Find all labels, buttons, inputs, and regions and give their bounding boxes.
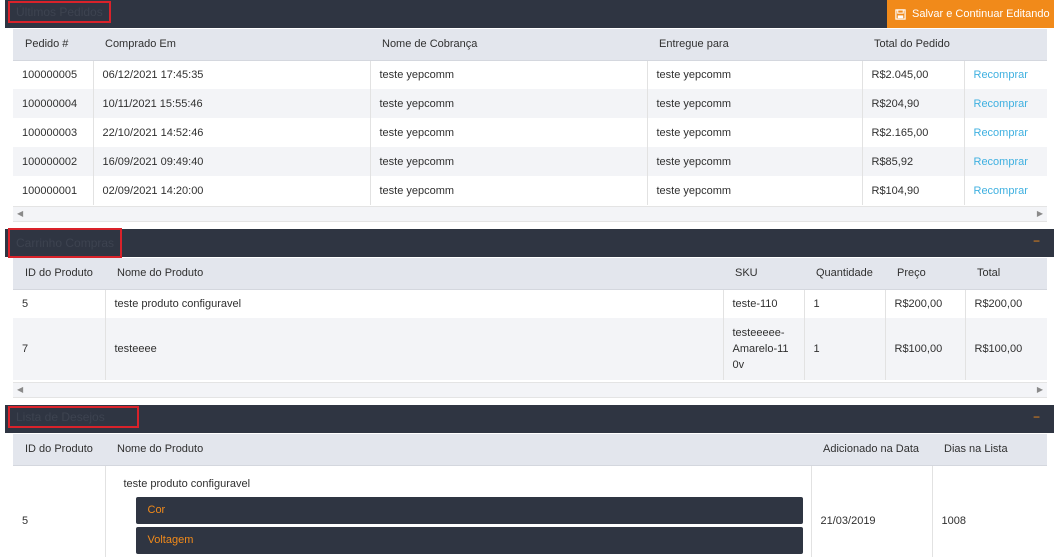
wishlist-header-row: ID do Produto Nome do Produto Adicionado… <box>13 434 1047 466</box>
wishlist-collapse-icon[interactable]: − <box>1033 410 1040 424</box>
wishlist-col-added-date[interactable]: Adicionado na Data <box>811 434 932 466</box>
table-row[interactable]: 100000002 16/09/2021 09:49:40 teste yepc… <box>13 147 1047 176</box>
wishlist-table: ID do Produto Nome do Produto Adicionado… <box>13 434 1047 557</box>
cart-col-quantity[interactable]: Quantidade <box>804 258 885 290</box>
save-continue-button[interactable]: Salvar e Continuar Editando <box>887 0 1054 28</box>
orders-scrollbar[interactable]: ◀ ▶ <box>13 206 1047 222</box>
scroll-right-icon[interactable]: ▶ <box>1037 385 1043 394</box>
cart-col-product-id[interactable]: ID do Produto <box>13 258 105 290</box>
table-row[interactable]: 100000004 10/11/2021 15:55:46 teste yepc… <box>13 89 1047 118</box>
orders-section-title: Últimos Pedidos <box>8 1 111 23</box>
reorder-link[interactable]: Recomprar <box>964 89 1047 118</box>
order-number: 100000002 <box>13 147 94 176</box>
table-row[interactable]: 100000001 02/09/2021 14:20:00 teste yepc… <box>13 176 1047 205</box>
save-continue-label: Salvar e Continuar Editando <box>912 8 1050 20</box>
cart-product-name: teste produto configuravel <box>105 289 724 318</box>
cart-price: R$100,00 <box>885 318 966 380</box>
table-row[interactable]: 7 testeeee testeeeee-Amarelo-110v 1 R$10… <box>13 318 1047 380</box>
cart-section-header: Carrinho Compras − <box>5 228 1054 258</box>
orders-col-billing-name[interactable]: Nome de Cobrança <box>370 29 647 61</box>
order-number: 100000005 <box>13 60 94 89</box>
orders-col-ship-to[interactable]: Entregue para <box>647 29 862 61</box>
cart-collapse-icon[interactable]: − <box>1033 234 1040 248</box>
reorder-link[interactable]: Recomprar <box>964 176 1047 205</box>
orders-col-action <box>964 29 1047 61</box>
cart-scrollbar[interactable]: ◀ ▶ <box>13 382 1047 398</box>
scroll-left-icon[interactable]: ◀ <box>17 209 23 218</box>
order-total: R$104,90 <box>862 176 965 205</box>
wishlist-product-cell: teste produto configuravel Cor Voltagem <box>105 465 812 557</box>
wishlist-days: 1008 <box>932 465 1047 557</box>
orders-col-purchased-at[interactable]: Comprado Em <box>93 29 370 61</box>
order-billing-name: teste yepcomm <box>370 176 648 205</box>
cart-quantity: 1 <box>804 289 886 318</box>
cart-col-price[interactable]: Preço <box>885 258 965 290</box>
reorder-link[interactable]: Recomprar <box>964 118 1047 147</box>
order-total: R$85,92 <box>862 147 965 176</box>
cart-table: ID do Produto Nome do Produto SKU Quanti… <box>13 258 1047 380</box>
wishlist-product-id: 5 <box>13 465 106 557</box>
table-row[interactable]: 5 teste produto configuravel Cor Voltage… <box>13 465 1047 557</box>
order-date: 10/11/2021 15:55:46 <box>93 89 371 118</box>
scroll-left-icon[interactable]: ◀ <box>17 385 23 394</box>
save-icon <box>895 8 906 20</box>
cart-header-row: ID do Produto Nome do Produto SKU Quanti… <box>13 258 1047 290</box>
order-billing-name: teste yepcomm <box>370 60 648 89</box>
cart-section-title: Carrinho Compras <box>8 228 123 258</box>
wishlist-section-header: Lista de Desejos − <box>5 405 1054 433</box>
table-row[interactable]: 100000003 22/10/2021 14:52:46 teste yepc… <box>13 118 1047 147</box>
orders-header-row: Pedido # Comprado Em Nome de Cobrança En… <box>13 29 1047 61</box>
cart-quantity: 1 <box>804 318 886 380</box>
cart-sku: teste-110 <box>723 289 805 318</box>
order-billing-name: teste yepcomm <box>370 147 648 176</box>
order-number: 100000001 <box>13 176 94 205</box>
wishlist-added-date: 21/03/2019 <box>811 465 933 557</box>
orders-col-order-number[interactable]: Pedido # <box>13 29 93 61</box>
cart-col-total[interactable]: Total <box>965 258 1047 290</box>
order-ship-to: teste yepcomm <box>647 176 863 205</box>
order-ship-to: teste yepcomm <box>647 60 863 89</box>
wishlist-col-product-id[interactable]: ID do Produto <box>13 434 105 466</box>
order-total: R$2.165,00 <box>862 118 965 147</box>
cart-col-product-name[interactable]: Nome do Produto <box>105 258 723 290</box>
order-ship-to: teste yepcomm <box>647 118 863 147</box>
order-date: 22/10/2021 14:52:46 <box>93 118 371 147</box>
cart-price: R$200,00 <box>885 289 966 318</box>
table-row[interactable]: 100000005 06/12/2021 17:45:35 teste yepc… <box>13 60 1047 89</box>
order-date: 02/09/2021 14:20:00 <box>93 176 371 205</box>
wishlist-col-product-name[interactable]: Nome do Produto <box>105 434 811 466</box>
order-number: 100000003 <box>13 118 94 147</box>
order-billing-name: teste yepcomm <box>370 118 648 147</box>
order-ship-to: teste yepcomm <box>647 89 863 118</box>
wishlist-product-name: teste produto configuravel <box>123 477 251 490</box>
option-cor[interactable]: Cor <box>135 496 803 524</box>
cart-product-id: 5 <box>13 289 106 318</box>
reorder-link[interactable]: Recomprar <box>964 60 1047 89</box>
order-ship-to: teste yepcomm <box>647 147 863 176</box>
orders-table: Pedido # Comprado Em Nome de Cobrança En… <box>13 29 1047 205</box>
option-voltagem[interactable]: Voltagem <box>135 526 803 554</box>
order-date: 16/09/2021 09:49:40 <box>93 147 371 176</box>
order-billing-name: teste yepcomm <box>370 89 648 118</box>
wishlist-section-title: Lista de Desejos <box>8 406 139 428</box>
scroll-right-icon[interactable]: ▶ <box>1037 209 1043 218</box>
cart-total: R$100,00 <box>965 318 1047 380</box>
orders-col-total[interactable]: Total do Pedido <box>862 29 964 61</box>
order-total: R$2.045,00 <box>862 60 965 89</box>
order-number: 100000004 <box>13 89 94 118</box>
cart-col-sku[interactable]: SKU <box>723 258 804 290</box>
cart-product-name: testeeee <box>105 318 724 380</box>
cart-total: R$200,00 <box>965 289 1047 318</box>
order-date: 06/12/2021 17:45:35 <box>93 60 371 89</box>
reorder-link[interactable]: Recomprar <box>964 147 1047 176</box>
cart-sku: testeeeee-Amarelo-110v <box>723 318 805 380</box>
cart-product-id: 7 <box>13 318 106 380</box>
order-total: R$204,90 <box>862 89 965 118</box>
table-row[interactable]: 5 teste produto configuravel teste-110 1… <box>13 289 1047 318</box>
wishlist-col-days[interactable]: Dias na Lista <box>932 434 1047 466</box>
